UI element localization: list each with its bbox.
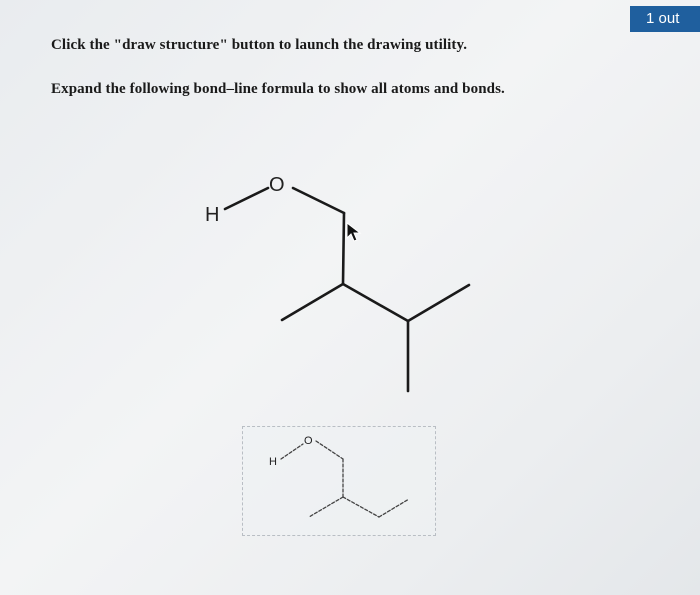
atom-label-hydrogen: H (205, 204, 219, 226)
bond-c4-c5 (406, 283, 471, 323)
bond-c2-c3 (280, 282, 345, 322)
thumbnail-atom-oxygen: O (304, 435, 313, 447)
bond-c1-c2 (341, 211, 346, 286)
bond-h-o (223, 186, 270, 211)
draw-structure-button[interactable]: O H (242, 426, 436, 536)
atom-label-oxygen: O (269, 174, 285, 196)
bond-o-c1 (291, 186, 346, 215)
structure-thumbnail: O H (269, 435, 410, 518)
bond-c2-c4 (341, 282, 410, 323)
mouse-pointer-icon (346, 222, 362, 242)
thumbnail-atom-hydrogen: H (269, 456, 277, 468)
